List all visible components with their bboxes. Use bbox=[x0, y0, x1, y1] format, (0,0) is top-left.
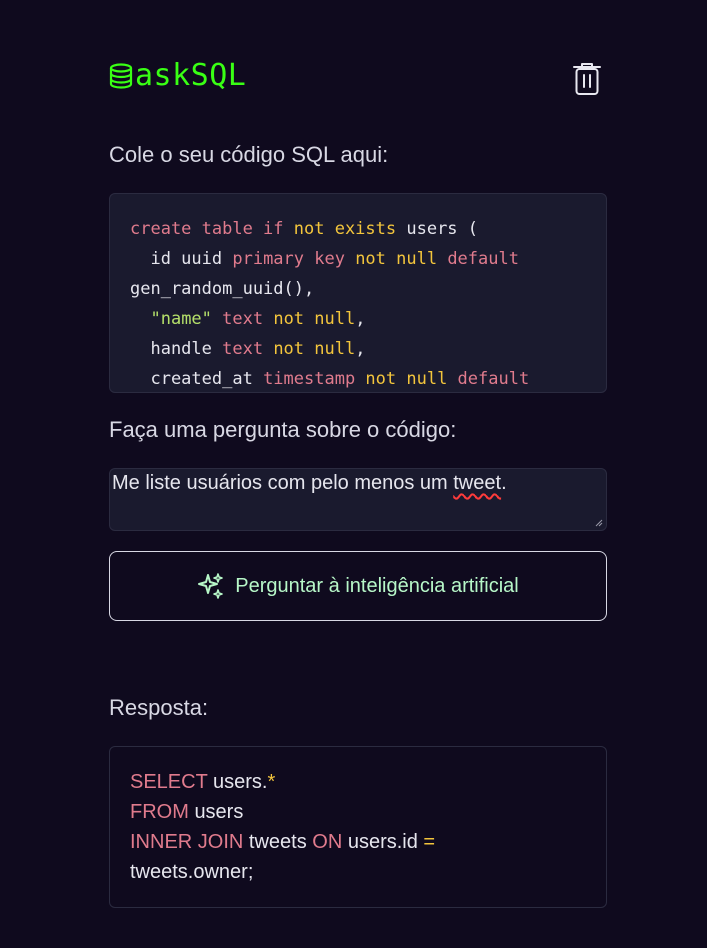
code-token: default bbox=[457, 369, 530, 389]
code-token: created_at bbox=[130, 369, 264, 389]
clear-button[interactable] bbox=[571, 60, 603, 96]
code-line: handle text not null, bbox=[130, 334, 586, 364]
code-token: not null bbox=[273, 309, 356, 329]
answer-label: Resposta: bbox=[109, 695, 209, 720]
answer-line: INNER JOIN tweets ON users.id = bbox=[130, 827, 586, 857]
code-token: not exists bbox=[293, 219, 407, 239]
code-label: Cole o seu código SQL aqui: bbox=[109, 142, 389, 167]
sql-code-editor[interactable]: create table if not exists users ( id uu… bbox=[109, 193, 607, 393]
code-token: , bbox=[355, 339, 366, 359]
code-token: "name" bbox=[150, 309, 212, 329]
code-token: users ( bbox=[406, 219, 479, 239]
code-token: not null bbox=[273, 339, 356, 359]
ask-ai-button-label: Perguntar à inteligência artificial bbox=[235, 574, 519, 597]
answer-token: users. bbox=[213, 771, 268, 793]
question-input[interactable]: Me liste usuários com pelo menos um twee… bbox=[109, 468, 607, 531]
code-line: id uuid primary key not null default bbox=[130, 244, 586, 274]
code-line: gen_random_uuid(), bbox=[130, 274, 586, 304]
misspelled-word: tweet bbox=[453, 472, 502, 494]
code-token: , bbox=[355, 309, 366, 329]
sparkles-icon bbox=[198, 573, 224, 599]
code-token: timestamp bbox=[263, 369, 366, 389]
code-token: default bbox=[447, 249, 519, 269]
answer-token: users bbox=[194, 801, 244, 823]
answer-token: users.id bbox=[347, 831, 424, 853]
answer-token: FROM bbox=[130, 801, 195, 823]
answer-token: = bbox=[423, 831, 436, 853]
code-token: create table if bbox=[130, 219, 294, 239]
answer-token: INNER JOIN bbox=[130, 831, 249, 853]
answer-output: SELECT users.* FROM users INNER JOIN tweet… bbox=[109, 746, 607, 908]
answer-token: ON bbox=[312, 831, 348, 853]
answer-line: FROM users bbox=[130, 797, 586, 827]
code-token: handle bbox=[130, 339, 223, 359]
code-line: create table if not exists users ( bbox=[130, 214, 586, 244]
code-line: created_at timestamp not null default bbox=[130, 364, 586, 392]
code-line: "name" text not null, bbox=[130, 304, 586, 334]
trash-icon bbox=[573, 63, 601, 95]
question-label: Faça uma pergunta sobre o código: bbox=[109, 417, 457, 442]
code-token: primary key bbox=[232, 249, 356, 269]
question-text: Me liste usuários com pelo menos um twee… bbox=[112, 472, 507, 494]
code-token: not null bbox=[355, 249, 448, 269]
app-header: askSQL bbox=[109, 58, 607, 98]
logo-text: askSQL bbox=[135, 58, 247, 93]
database-icon bbox=[109, 62, 133, 89]
code-token: text bbox=[222, 339, 274, 359]
answer-token: tweets bbox=[248, 831, 313, 853]
ask-ai-button[interactable]: Perguntar à inteligência artificial bbox=[109, 551, 607, 621]
answer-token: * bbox=[267, 771, 276, 793]
answer-line: tweets.owner; bbox=[130, 857, 586, 887]
code-token: not null bbox=[365, 369, 458, 389]
answer-token: tweets.owner; bbox=[130, 861, 254, 883]
code-token: gen_random_uuid(), bbox=[130, 279, 315, 299]
answer-line: SELECT users.* bbox=[130, 767, 586, 797]
answer-token: SELECT bbox=[130, 771, 213, 793]
code-token: id uuid bbox=[130, 249, 233, 269]
resize-handle-icon[interactable] bbox=[595, 519, 603, 527]
code-token: text bbox=[211, 309, 274, 329]
app-logo: askSQL bbox=[109, 58, 246, 93]
